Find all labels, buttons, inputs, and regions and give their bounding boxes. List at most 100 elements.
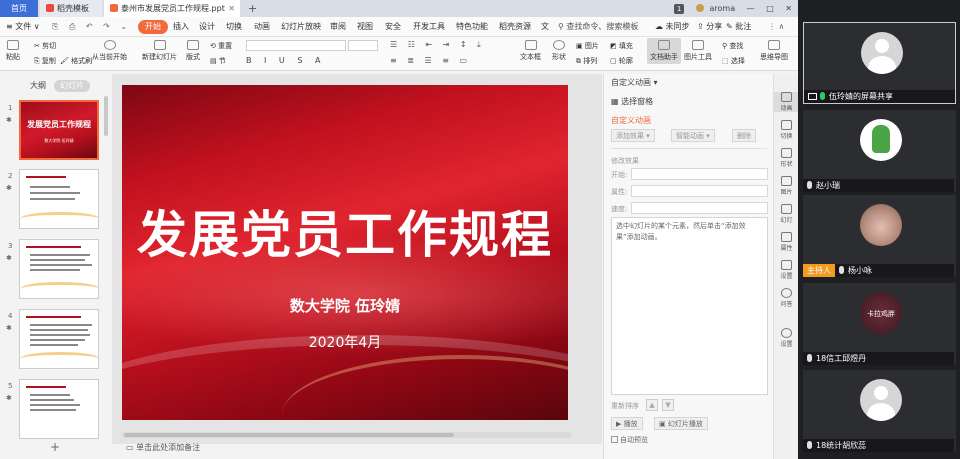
rail-slide[interactable]: 幻灯 [774,204,798,224]
picture-button[interactable]: ▣ 图片 [576,41,599,51]
font-size-select[interactable] [348,40,378,51]
annotate-button[interactable]: ✎ 批注 [726,20,751,34]
new-slide-button[interactable]: 新建幻灯片 [142,40,177,62]
rail-picture[interactable]: 图片 [774,176,798,196]
panel-title[interactable]: 自定义动画 ▾ [611,77,658,88]
find-button[interactable]: ⚲ 查找 [722,41,743,51]
maximize-button[interactable]: □ [766,0,774,17]
rail-settings-2[interactable]: 设置 [774,328,798,348]
rail-animation[interactable]: 动画 [774,92,798,112]
speed-select[interactable] [631,202,768,214]
tab-slides[interactable]: 幻灯片 [54,80,90,92]
tab-current-ppt[interactable]: 泰州市发展党员工作规程.ppt ✕ [104,0,240,17]
sync-status[interactable]: ☁ 未同步 [655,20,690,34]
scrollbar-thumb[interactable] [124,433,454,437]
minimize-button[interactable]: — [747,0,755,17]
section-button[interactable]: ▤ 节 [210,56,226,66]
alignment-buttons[interactable]: ≡ ≣ ☰ ≡ ▭ [390,56,471,65]
shape-button[interactable]: 形状 [552,40,566,62]
property-select[interactable] [631,185,768,197]
add-effect-button[interactable]: 添加效果 ▾ [611,129,655,142]
canvas-horizontal-scrollbar[interactable] [122,432,572,438]
start-select[interactable] [631,168,768,180]
tab-outline[interactable]: 大纲 [30,80,46,92]
play-button[interactable]: ▶ 播放 [611,417,643,430]
slide-thumbnail[interactable] [19,379,99,439]
auto-preview-checkbox[interactable]: 自动预览 [611,435,648,445]
menu-security[interactable]: 安全 [385,20,401,34]
slide-thumbnail[interactable] [19,309,99,369]
paste-button[interactable]: 粘贴 [6,40,20,62]
reset-button[interactable]: ⟲ 重置 [210,41,232,51]
slide-thumbnail[interactable] [19,169,99,229]
search-command[interactable]: ⚲ 查找命令、搜索模板 [558,20,638,34]
close-tab-icon[interactable]: ✕ [228,0,235,17]
menu-animation[interactable]: 动画 [254,20,270,34]
paragraph-buttons[interactable]: ☰ ☷ ⇤ ⇥ ↕ ⤓ [390,40,485,50]
add-slide-button[interactable]: + [50,440,60,454]
layout-button[interactable]: 版式 [186,40,200,62]
menu-slideshow[interactable]: 幻灯片放映 [281,20,321,34]
slide-title[interactable]: 发展党员工作规程 [122,195,568,267]
menu-dev-tools[interactable]: 开发工具 [413,20,445,34]
select-button[interactable]: ⬚ 选择 [722,56,745,66]
menu-docer[interactable]: 稻壳资源 [499,20,531,34]
copy-button[interactable]: ⎘ 复制 [34,56,56,66]
rail-shape[interactable]: 形状 [774,148,798,168]
file-menu[interactable]: ≡ 文件 ∨ [6,20,40,34]
menu-insert[interactable]: 插入 [173,20,189,34]
current-slide[interactable]: 发展党员工作规程 数大学院 伍玲婧 2020年4月 [122,85,568,420]
participant-tile[interactable]: 卡拉鸡胖 18信工邱煜丹 [803,283,956,365]
quick-access-icons[interactable]: ⎘ ⎙ ↶ ↷ ⌄ [52,20,131,34]
notes-area[interactable]: ▭ 单击此处添加备注 [112,441,602,459]
slideshow-button[interactable]: ▣ 幻灯片播放 [654,417,708,430]
rail-property[interactable]: 属性 [774,232,798,252]
arrange-button[interactable]: ⧉ 排列 [576,56,597,66]
close-window-button[interactable]: ✕ [785,0,792,17]
menu-design[interactable]: 设计 [199,20,215,34]
selection-pane-link[interactable]: ▦ 选择窗格 [611,96,653,107]
smart-animation-button[interactable]: 智能动画 ▾ [671,129,715,142]
tab-home[interactable]: 首页 [0,0,38,17]
cut-button[interactable]: ✂ 剪切 [34,41,56,51]
picture-tools-button[interactable]: 图片工具 [684,40,712,62]
user-avatar-icon[interactable] [695,4,704,12]
rail-transition[interactable]: 切换 [774,120,798,140]
slide-thumbnail[interactable] [19,239,99,299]
slide-author[interactable]: 数大学院 伍玲婧 [122,295,568,316]
rail-qa[interactable]: 问答 [774,288,798,308]
mind-map-button[interactable]: 思维导图 [760,40,788,62]
menu-view[interactable]: 视图 [357,20,373,34]
slide-thumbnail[interactable]: 发展党员工作规程 数大学院 伍玲婧 [19,100,99,160]
more-menu-icon[interactable]: ⋮ ∧ [768,20,784,34]
delete-animation-button[interactable]: 删除 [732,129,756,142]
move-up-button[interactable]: ▲ [646,399,658,411]
menu-more[interactable]: 文 [541,20,549,34]
rail-settings[interactable]: 设置 [774,260,798,280]
move-down-button[interactable]: ▼ [662,399,674,411]
outline-button[interactable]: ▢ 轮廓 [610,56,633,66]
animation-list[interactable]: 选中幻灯片的某个元素，然后单击“添加效果”添加动画。 [611,217,768,395]
format-painter-button[interactable]: 🖌 格式刷 [60,56,92,66]
menu-features[interactable]: 特色功能 [456,20,488,34]
menu-transition[interactable]: 切换 [226,20,242,34]
new-tab-button[interactable]: + [248,0,257,17]
participant-tile[interactable]: 伍玲婧的屏幕共享 [803,22,956,104]
font-family-select[interactable] [246,40,346,51]
menu-home[interactable]: 开始 [138,20,168,34]
text-format-buttons[interactable]: B I U S A [246,56,325,65]
fill-button[interactable]: ◩ 填充 [610,41,633,51]
user-name[interactable]: aroma [709,0,735,17]
play-from-current-button[interactable]: 从当前开始 [92,40,127,62]
window-count-badge[interactable]: 1 [673,4,685,14]
share-button[interactable]: ⇪ 分享 [697,20,722,34]
textbox-button[interactable]: 文本框 [520,40,541,62]
participant-tile[interactable]: 赵小瑞 [803,110,956,192]
participant-tile[interactable]: 18统计胡欣蕊 [803,370,956,452]
tab-docer-templates[interactable]: 稻壳模板 [40,0,102,17]
menu-review[interactable]: 审阅 [330,20,346,34]
slide-date[interactable]: 2020年4月 [122,332,568,352]
doc-assistant-button[interactable]: 文档助手 [647,38,681,64]
thumbnail-scrollbar[interactable] [104,96,108,136]
participant-tile[interactable]: 主持人 杨小咏 [803,195,956,277]
